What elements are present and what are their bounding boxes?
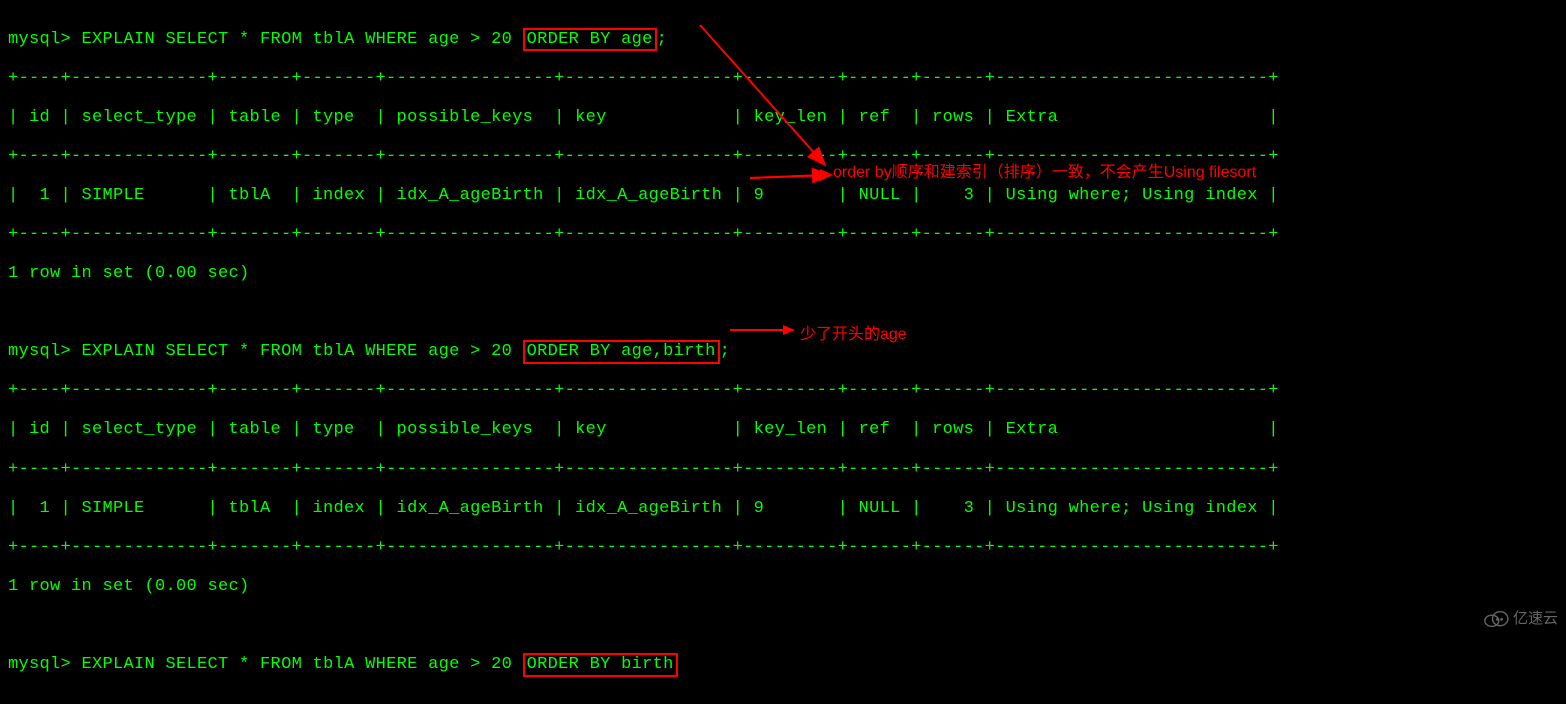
table-border: +----+-------------+-------+-------+----… [8, 225, 1558, 245]
query-2-prefix: EXPLAIN SELECT * FROM tblA WHERE age > 2… [82, 342, 523, 361]
watermark: 亿速云 [1482, 607, 1558, 628]
query-1-suffix: ; [657, 30, 668, 49]
query-line-1: mysql> EXPLAIN SELECT * FROM tblA WHERE … [8, 30, 1558, 50]
highlight-order-by-age: ORDER BY age [523, 28, 657, 52]
blank-line [8, 616, 1558, 636]
table-border: +----+-------------+-------+-------+----… [8, 147, 1558, 167]
annotation-partial: 少了开头的age [800, 320, 907, 344]
table-headers: | id | select_type | table | type | poss… [8, 420, 1558, 440]
table-headers: | id | select_type | table | type | poss… [8, 108, 1558, 128]
cloud-icon [1482, 608, 1510, 628]
query-line-2: mysql> EXPLAIN SELECT * FROM tblA WHERE … [8, 342, 1558, 362]
result-message: 1 row in set (0.00 sec) [8, 264, 1558, 284]
table-data-row: | 1 | SIMPLE | tblA | index | idx_A_ageB… [8, 186, 1558, 206]
mysql-prompt: mysql> [8, 342, 71, 361]
table-border: +----+-------------+-------+-------+----… [8, 538, 1558, 558]
result-message: 1 row in set (0.00 sec) [8, 577, 1558, 597]
query-2-suffix: ; [720, 342, 731, 361]
blank-line [8, 303, 1558, 323]
table-border: +----+-------------+-------+-------+----… [8, 381, 1558, 401]
watermark-text: 亿速云 [1513, 607, 1558, 628]
terminal-output: mysql> EXPLAIN SELECT * FROM tblA WHERE … [0, 0, 1566, 704]
highlight-order-by-age-birth: ORDER BY age,birth [523, 340, 720, 364]
mysql-prompt: mysql> [8, 30, 71, 49]
table-border: +----+-------------+-------+-------+----… [8, 460, 1558, 480]
highlight-order-by-birth: ORDER BY birth [523, 653, 678, 677]
table-border: +----+-------------+-------+-------+----… [8, 69, 1558, 89]
query-line-3: mysql> EXPLAIN SELECT * FROM tblA WHERE … [8, 655, 1558, 675]
table-data-row: | 1 | SIMPLE | tblA | index | idx_A_ageB… [8, 499, 1558, 519]
annotation-main: order by顺序和建索引（排序）一致，不会产生Using filesort [833, 158, 1256, 182]
query-1-prefix: EXPLAIN SELECT * FROM tblA WHERE age > 2… [82, 30, 523, 49]
query-3-prefix: EXPLAIN SELECT * FROM tblA WHERE age > 2… [82, 655, 523, 674]
mysql-prompt: mysql> [8, 655, 71, 674]
